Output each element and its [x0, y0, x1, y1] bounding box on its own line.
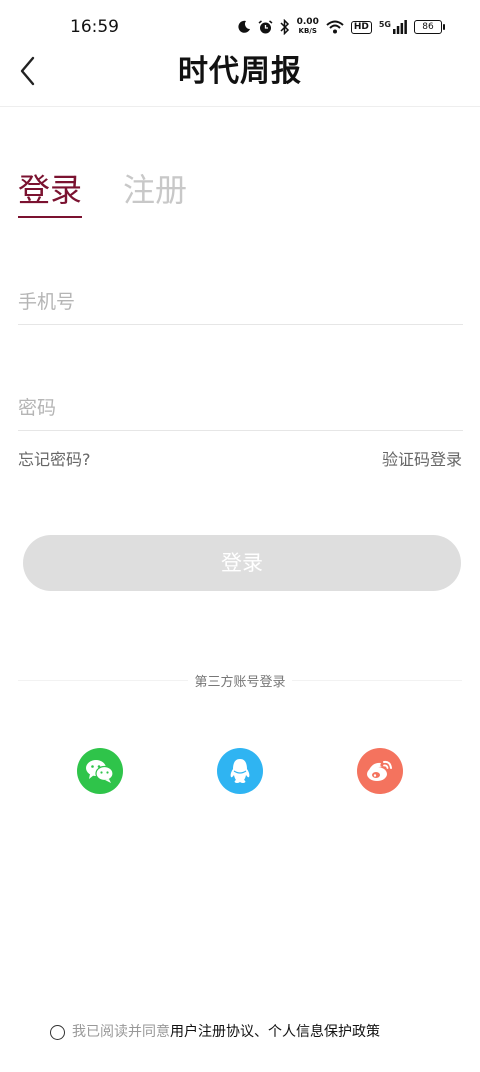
- agreement-prefix: 我已阅读并同意: [72, 1024, 170, 1040]
- signal-group: 5G: [379, 20, 407, 34]
- status-bar: 16:59 0.00 KB/S HD 5G 86: [0, 0, 480, 52]
- agreement-row: 我已阅读并同意 用户注册协议 、 个人信息保护政策: [50, 1022, 380, 1042]
- wifi-icon: [326, 20, 344, 34]
- speed-value: 0.00: [296, 17, 319, 27]
- qq-login-button[interactable]: [217, 748, 263, 794]
- signal-icon: [393, 20, 407, 34]
- phone-field: [18, 282, 463, 325]
- phone-input[interactable]: [18, 282, 463, 322]
- hd-badge: HD: [350, 20, 372, 34]
- speed-unit: KB/S: [298, 27, 317, 35]
- status-time: 16:59: [70, 17, 119, 37]
- weibo-icon: [367, 760, 392, 781]
- password-field: [18, 388, 463, 431]
- user-agreement-link[interactable]: 用户注册协议: [170, 1022, 254, 1042]
- agreement-checkbox[interactable]: [50, 1024, 65, 1040]
- forgot-password-link[interactable]: 忘记密码?: [18, 449, 91, 471]
- third-party-title-row: 第三方账号登录: [0, 671, 480, 690]
- weibo-login-button[interactable]: [357, 748, 403, 794]
- tab-login[interactable]: 登录: [18, 168, 82, 212]
- moon-icon: [238, 20, 250, 33]
- tab-register[interactable]: 注册: [123, 168, 187, 212]
- active-tab-indicator: [18, 216, 82, 218]
- bluetooth-icon: [280, 19, 289, 35]
- network-type: 5G: [378, 20, 391, 29]
- wechat-login-button[interactable]: [77, 748, 123, 794]
- qq-icon: [230, 759, 250, 783]
- wechat-icon: [86, 760, 114, 783]
- status-icons: 0.00 KB/S HD 5G 86: [237, 16, 445, 38]
- login-button[interactable]: 登录: [23, 535, 461, 591]
- third-party-title: 第三方账号登录: [188, 675, 292, 690]
- privacy-policy-link[interactable]: 个人信息保护政策: [268, 1022, 380, 1042]
- nav-bar: 时代周报: [0, 52, 480, 107]
- sms-login-link[interactable]: 验证码登录: [382, 449, 462, 471]
- network-speed: 0.00 KB/S: [297, 18, 319, 36]
- agreement-separator: 、: [254, 1024, 268, 1040]
- page-title: 时代周报: [178, 54, 302, 89]
- battery-indicator: 86: [414, 20, 445, 34]
- alarm-icon: [258, 19, 273, 33]
- password-input[interactable]: [18, 388, 463, 428]
